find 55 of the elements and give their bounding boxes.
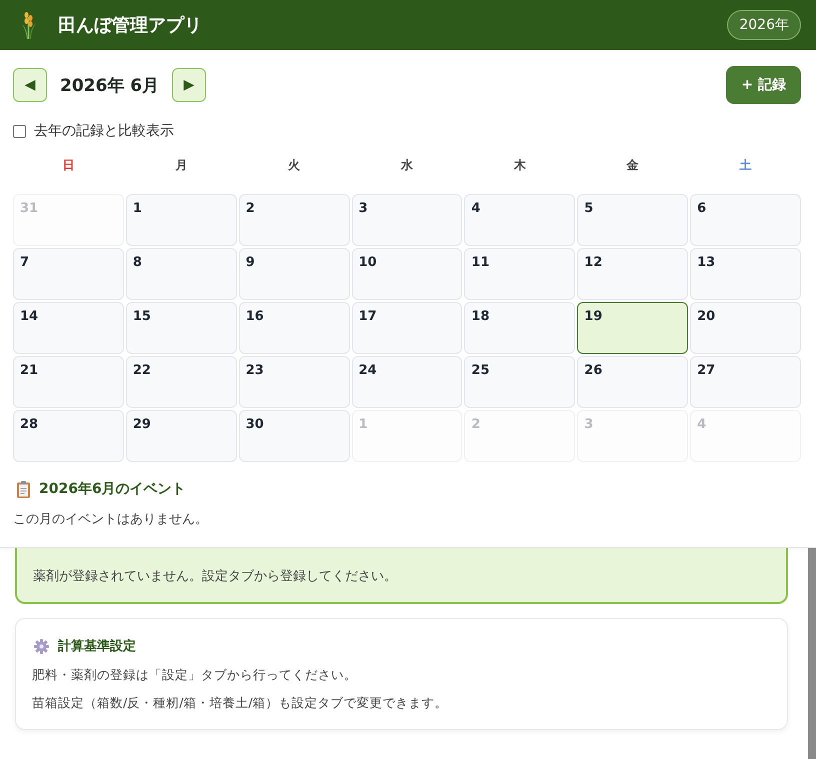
day-cell[interactable]: 15 <box>126 302 237 354</box>
settings-icon <box>34 638 49 654</box>
settings-note: 苗箱設定（箱数/反・種籾/箱・培養土/箱）も設定タブで変更できます。 <box>32 694 449 712</box>
month-title: 2026年 6月 <box>60 74 160 96</box>
previous-month-button[interactable]: ◀ <box>13 68 47 102</box>
day-cell[interactable]: 2 <box>238 194 350 246</box>
day-cell[interactable]: 26 <box>577 356 688 408</box>
day-cell[interactable]: 17 <box>352 302 462 354</box>
day-cell[interactable]: 29 <box>126 410 237 462</box>
scrollbar-thumb[interactable] <box>808 548 816 759</box>
compare-checkbox[interactable] <box>13 124 26 138</box>
day-cell[interactable]: 20 <box>690 302 801 354</box>
day-cell[interactable]: 11 <box>464 248 576 300</box>
weekday-label: 水 <box>400 156 413 174</box>
day-cell[interactable]: 18 <box>464 302 576 354</box>
rice-plant-icon <box>20 11 38 39</box>
day-cell[interactable]: 1 <box>126 194 237 246</box>
day-cell[interactable]: 10 <box>352 248 462 300</box>
day-cell[interactable]: 16 <box>238 302 350 354</box>
day-cell[interactable]: 19 <box>577 302 688 354</box>
day-cell[interactable]: 9 <box>238 248 350 300</box>
day-cell[interactable]: 5 <box>577 194 688 246</box>
day-cell[interactable]: 24 <box>352 356 462 408</box>
day-cell[interactable]: 25 <box>464 356 576 408</box>
day-cell[interactable]: 27 <box>690 356 801 408</box>
notice-text: 薬剤が登録されていません。設定タブから登録してください。 <box>33 568 398 586</box>
app-title: 田んぼ管理アプリ <box>58 14 202 37</box>
weekday-label: 金 <box>626 156 639 174</box>
weekday-label: 木 <box>514 156 526 174</box>
events-title: 2026年6月のイベント <box>39 480 186 498</box>
add-record-button[interactable]: + 記録 <box>726 66 801 104</box>
compare-label: 去年の記録と比較表示 <box>34 122 174 140</box>
weekday-label: 日 <box>62 156 74 174</box>
day-cell[interactable]: 21 <box>13 356 124 408</box>
day-cell[interactable]: 13 <box>690 248 801 300</box>
day-cell[interactable]: 4 <box>464 194 576 246</box>
weekday-label: 火 <box>288 156 300 174</box>
weekday-label: 月 <box>175 156 188 174</box>
day-cell[interactable]: 8 <box>126 248 237 300</box>
settings-note: 肥料・薬剤の登録は「設定」タブから行ってください。 <box>32 666 358 684</box>
year-badge[interactable]: 2026年 <box>727 10 801 40</box>
next-month-button[interactable]: ▶ <box>172 68 206 102</box>
day-cell[interactable]: 28 <box>13 410 124 462</box>
day-cell[interactable]: 3 <box>352 194 462 246</box>
day-cell[interactable]: 7 <box>13 248 124 300</box>
day-cell[interactable]: 23 <box>238 356 350 408</box>
settings-card-title: 計算基準設定 <box>58 638 136 655</box>
day-cell[interactable]: 30 <box>238 410 350 462</box>
day-cell[interactable]: 12 <box>577 248 688 300</box>
day-cell[interactable]: 22 <box>126 356 237 408</box>
clipboard-icon <box>17 480 30 498</box>
empty-events-message: この月のイベントはありません。 <box>13 511 209 529</box>
day-cell[interactable]: 6 <box>690 194 801 246</box>
day-cell[interactable]: 14 <box>13 302 124 354</box>
weekday-label: 土 <box>740 156 752 174</box>
